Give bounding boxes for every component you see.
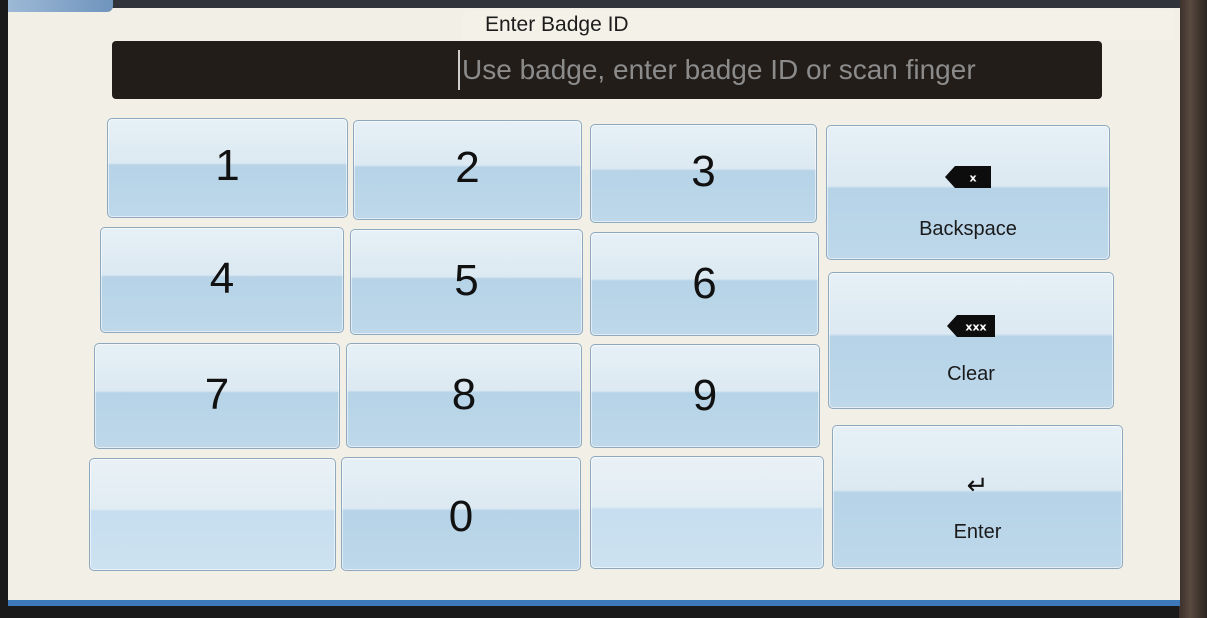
key-blank-right [590,456,824,569]
key-0[interactable]: 0 [341,457,581,571]
key-8-label: 8 [451,370,477,419]
key-7-label: 7 [204,370,230,419]
key-0-label: 0 [448,492,474,541]
backspace-label: Backspace [919,218,1017,240]
key-8[interactable]: 8 [346,343,582,448]
enter-icon: ↵ [966,470,989,500]
key-2[interactable]: 2 [353,120,582,220]
text-caret [458,50,460,90]
key-9-label: 9 [692,371,718,420]
device-bezel [1179,0,1207,618]
page-title: Enter Badge ID [462,10,1174,40]
key-1-label: 1 [215,141,240,190]
key-6-label: 6 [692,259,717,308]
key-3-label: 3 [691,147,716,196]
backspace-icon: x [945,166,991,193]
backspace-icon-glyph: x [969,172,976,185]
key-3[interactable]: 3 [590,124,817,223]
key-4[interactable]: 4 [100,227,344,333]
clear-label: Clear [947,363,995,385]
key-7[interactable]: 7 [94,343,340,449]
key-6[interactable]: 6 [590,232,819,336]
clear-button[interactable]: xxx Clear [828,272,1114,409]
clear-icon: xxx [947,315,995,342]
key-5[interactable]: 5 [350,229,583,335]
corner-decoration [8,0,113,12]
key-4-label: 4 [209,254,235,303]
key-blank-left [89,458,336,571]
clear-icon-glyph: xxx [965,321,986,334]
enter-label: Enter [953,521,1002,543]
backspace-button[interactable]: x Backspace [826,125,1110,260]
badge-id-placeholder: Use badge, enter badge ID or scan finger [462,54,976,85]
enter-button[interactable]: ↵ Enter [832,425,1123,569]
key-9[interactable]: 9 [590,344,820,448]
key-5-label: 5 [454,256,479,305]
key-2-label: 2 [455,143,480,192]
key-1[interactable]: 1 [107,118,348,218]
